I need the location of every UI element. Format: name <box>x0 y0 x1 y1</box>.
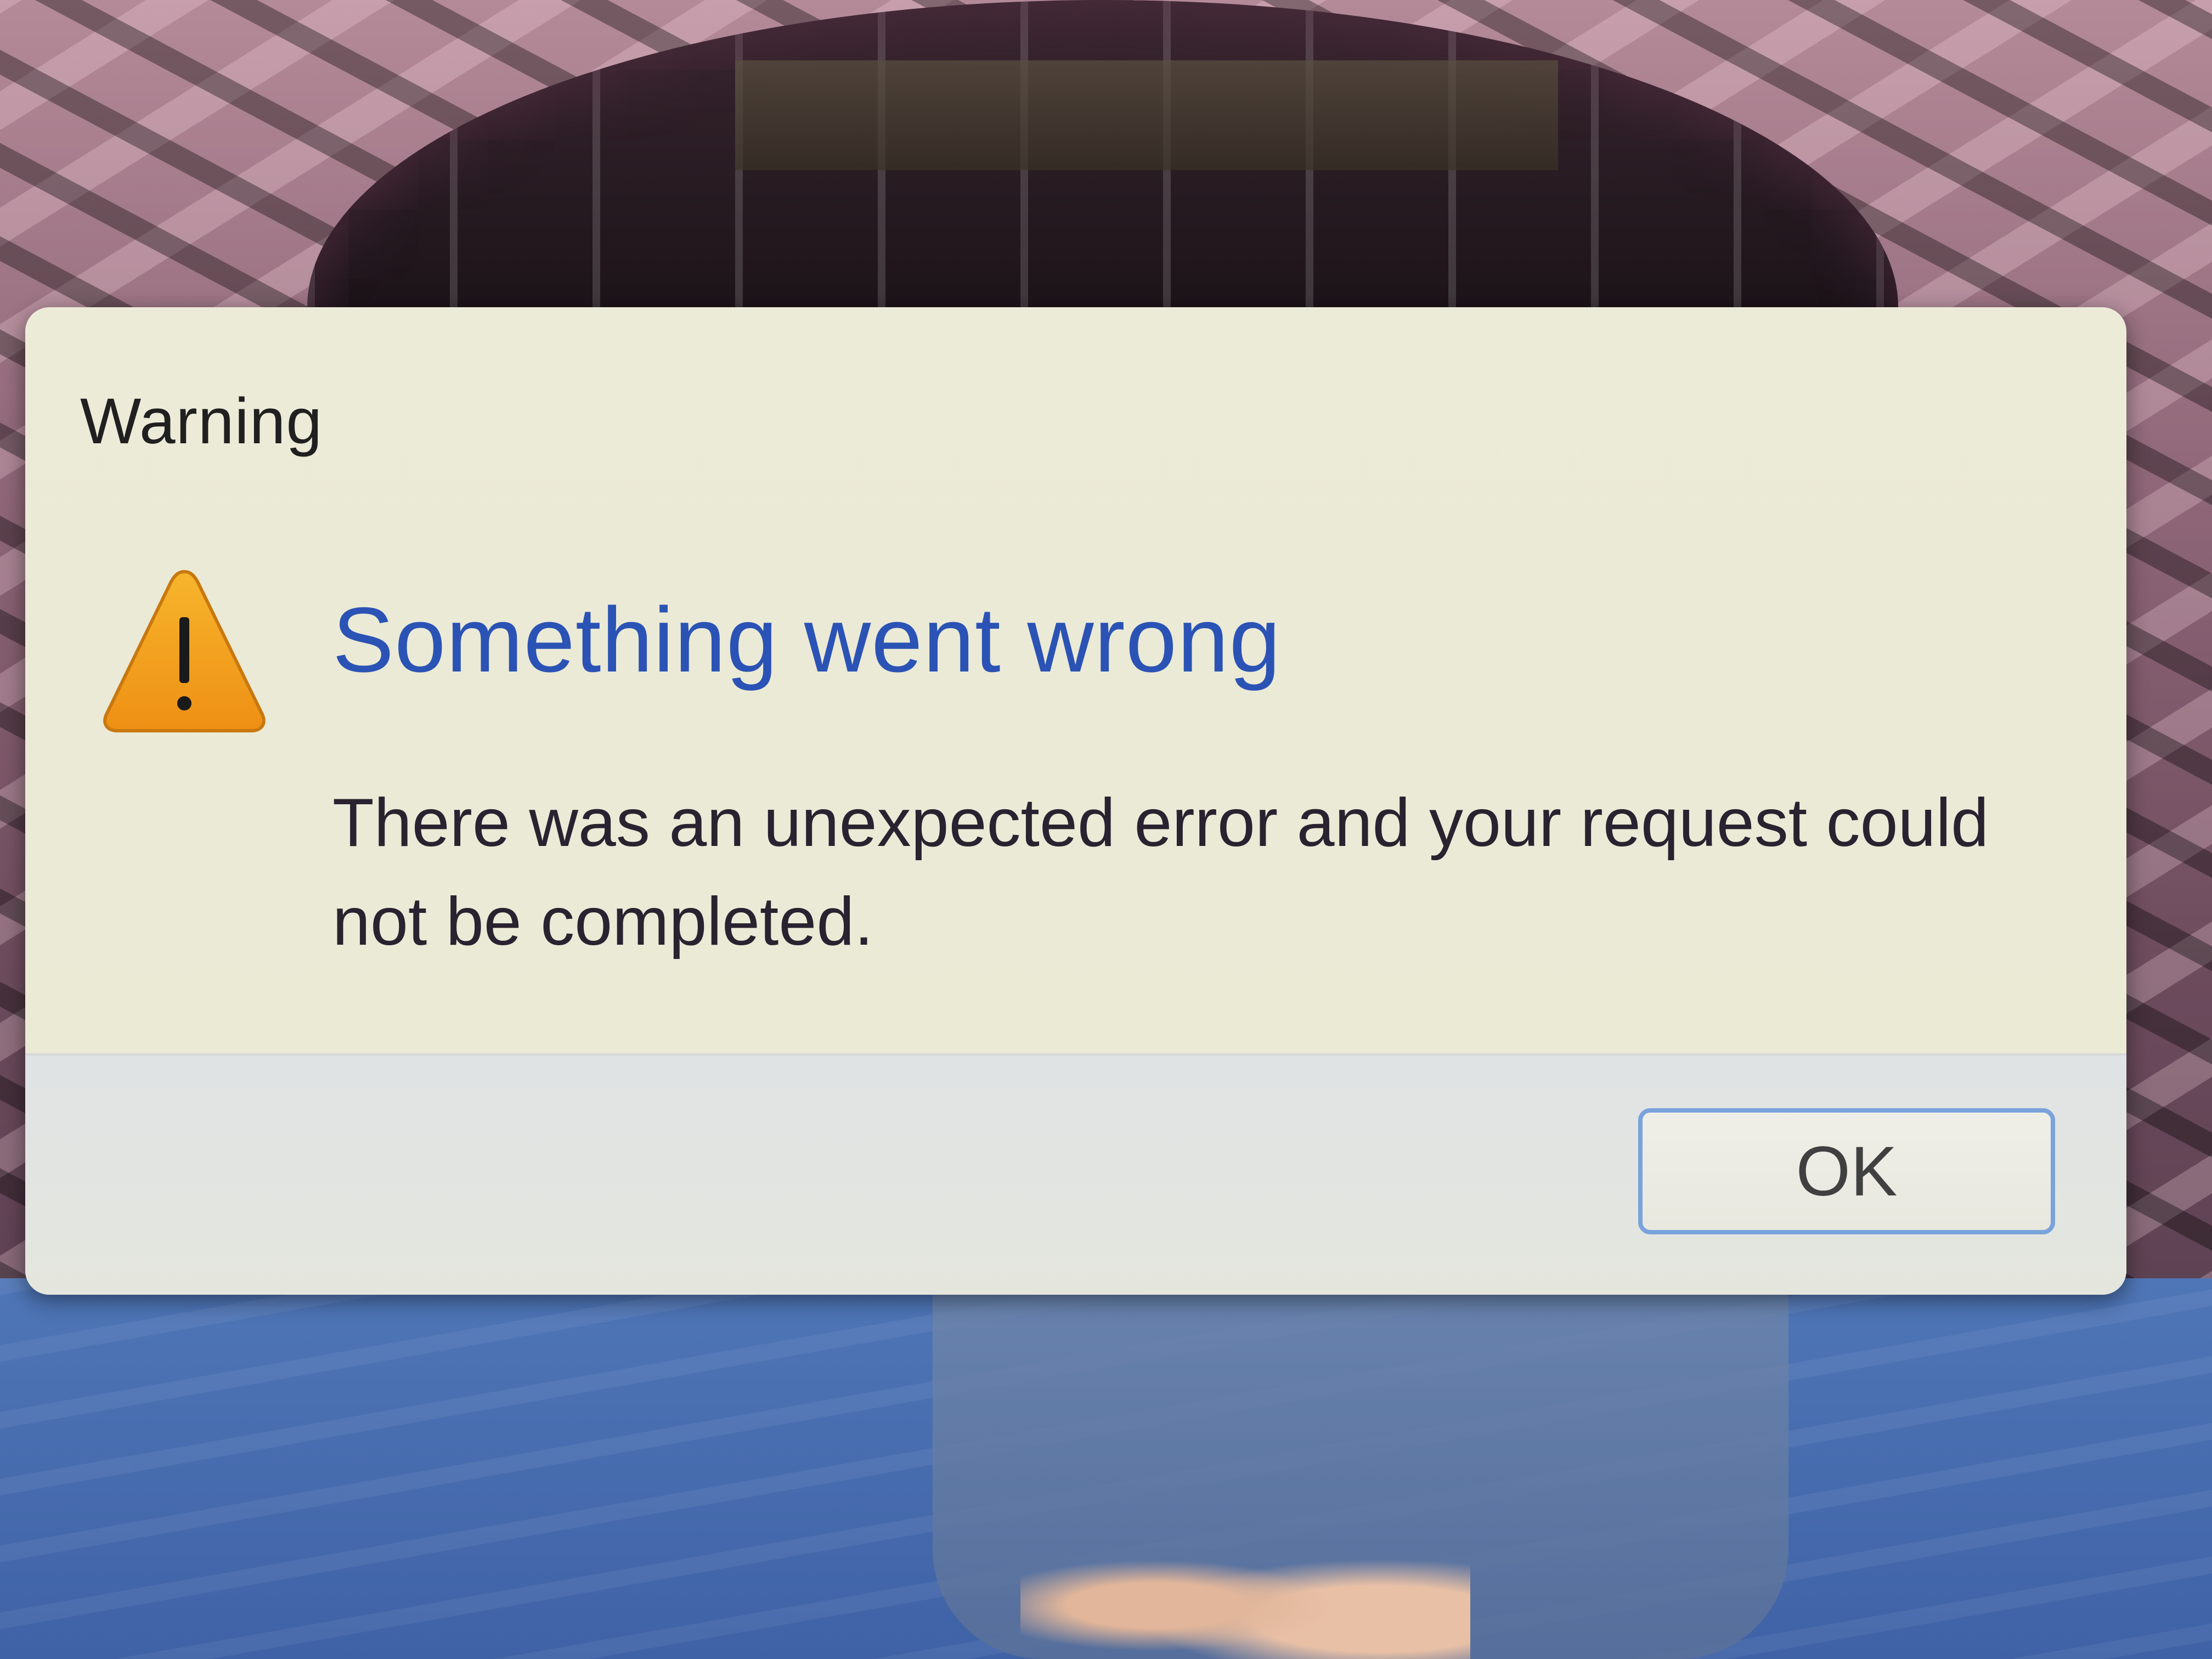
warning-dialog: Warning Something went wrong There was a… <box>25 307 2126 1295</box>
background-window <box>735 60 1558 170</box>
error-headline: Something went wrong <box>332 588 1281 691</box>
dialog-title: Warning <box>80 385 323 458</box>
background-person-feet <box>1020 1525 1470 1659</box>
error-message: There was an unexpected error and your r… <box>332 785 1989 960</box>
warning-icon <box>103 569 266 732</box>
ok-button[interactable]: OK <box>1638 1108 2055 1234</box>
